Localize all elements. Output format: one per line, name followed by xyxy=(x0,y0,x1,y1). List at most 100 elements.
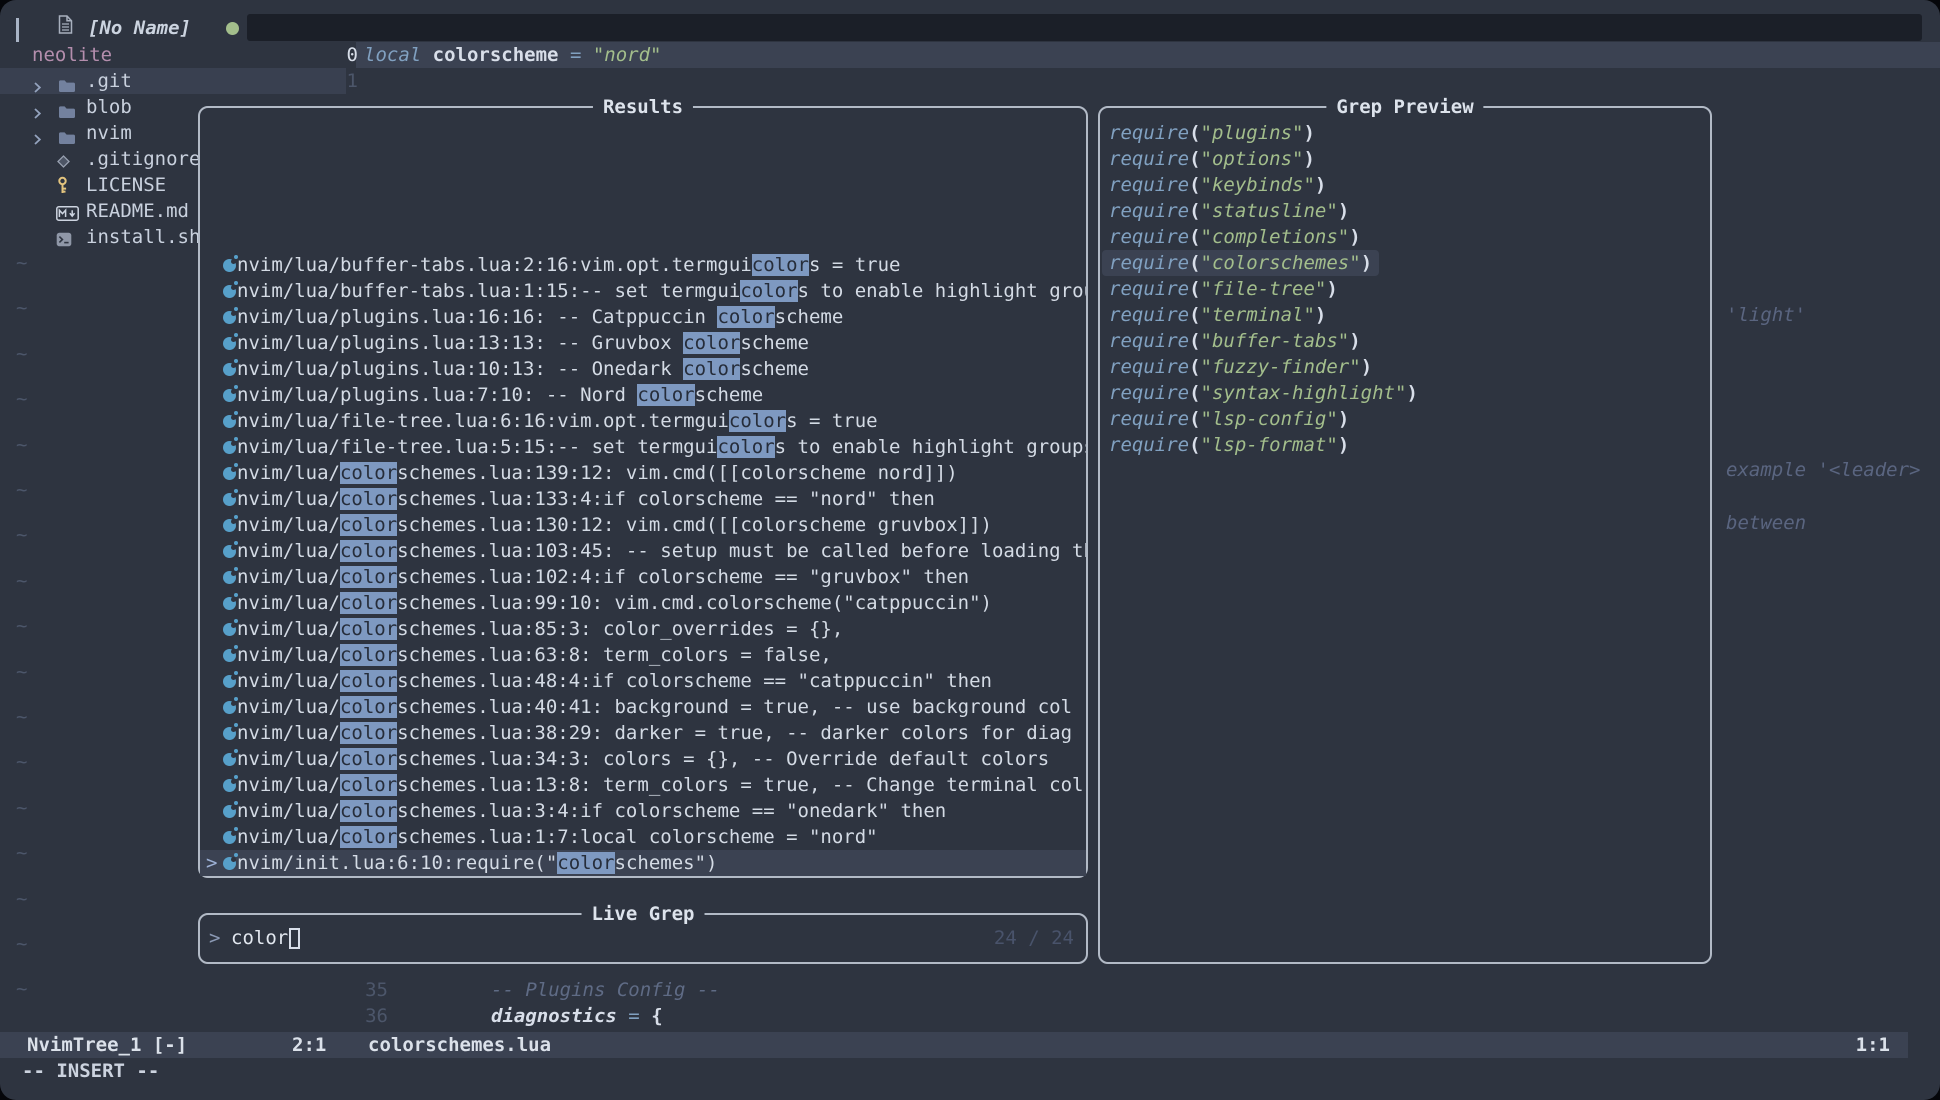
result-row[interactable]: nvim/lua/plugins.lua:16:16: -- Catppucci… xyxy=(200,304,1086,330)
result-text: nvim/lua/colorschemes.lua:133:4:if color… xyxy=(237,488,935,510)
tilde: ~ xyxy=(16,840,27,866)
result-text: nvim/lua/colorschemes.lua:99:10: vim.cmd… xyxy=(237,592,992,614)
background-code-text: example '<leader> xyxy=(1726,457,1920,483)
preview-token: require xyxy=(1109,174,1189,196)
lua-icon xyxy=(223,519,236,532)
text-cursor xyxy=(289,928,300,949)
result-row[interactable]: nvim/lua/colorschemes.lua:3:4:if colorsc… xyxy=(200,798,1086,824)
result-row[interactable]: nvim/lua/colorschemes.lua:1:7:local colo… xyxy=(200,824,1086,850)
result-row[interactable]: nvim/lua/plugins.lua:7:10: -- Nord color… xyxy=(200,382,1086,408)
preview-token: "fuzzy-finder" xyxy=(1201,356,1361,378)
match-highlight: color xyxy=(340,566,397,588)
preview-token: "lsp-config" xyxy=(1201,408,1338,430)
tilde: ~ xyxy=(16,432,27,458)
preview-token: require xyxy=(1109,356,1189,378)
code-line[interactable]: local colorscheme = "nord" xyxy=(364,42,662,68)
line-number: 1 xyxy=(300,68,358,94)
preview-token: ( xyxy=(1189,382,1200,404)
result-text: nvim/lua/colorschemes.lua:13:8: term_col… xyxy=(237,774,1084,796)
file-icon xyxy=(58,15,73,39)
match-highlight: color xyxy=(340,644,397,666)
result-row[interactable]: nvim/lua/colorschemes.lua:13:8: term_col… xyxy=(200,772,1086,798)
preview-line-highlighted: require("colorschemes") xyxy=(1102,250,1379,276)
tilde: ~ xyxy=(16,386,27,412)
result-row[interactable]: nvim/lua/file-tree.lua:5:15:-- set termg… xyxy=(200,434,1086,460)
result-row[interactable]: nvim/lua/plugins.lua:13:13: -- Gruvbox c… xyxy=(200,330,1086,356)
result-text: nvim/lua/colorschemes.lua:85:3: color_ov… xyxy=(237,618,843,640)
result-row[interactable]: nvim/lua/colorschemes.lua:48:4:if colors… xyxy=(200,668,1086,694)
preview-line: require("statusline") xyxy=(1102,198,1356,224)
result-row[interactable]: nvim/lua/plugins.lua:10:13: -- Onedark c… xyxy=(200,356,1086,382)
lua-icon xyxy=(223,805,236,818)
preview-line: require("buffer-tabs") xyxy=(1102,328,1368,354)
tilde: ~ xyxy=(16,613,27,639)
live-grep-prompt-panel[interactable]: Live Grep > color 24 / 24 xyxy=(198,913,1088,964)
preview-token: require xyxy=(1109,330,1189,352)
tab-no-name[interactable]: [No Name] xyxy=(88,15,191,42)
result-text: nvim/lua/file-tree.lua:6:16:vim.opt.term… xyxy=(237,410,878,432)
result-row[interactable]: >nvim/init.lua:6:10:require("colorscheme… xyxy=(200,850,1086,876)
result-row[interactable]: nvim/lua/colorschemes.lua:139:12: vim.cm… xyxy=(200,460,1086,486)
result-row[interactable]: nvim/lua/colorschemes.lua:103:45: -- set… xyxy=(200,538,1086,564)
result-row[interactable]: nvim/lua/colorschemes.lua:38:29: darker … xyxy=(200,720,1086,746)
match-highlight: color xyxy=(340,540,397,562)
result-counter: 24 / 24 xyxy=(994,915,1074,962)
result-text: nvim/lua/buffer-tabs.lua:1:15:-- set ter… xyxy=(237,280,1086,302)
grep-preview-panel: Grep Preview require("plugins")require("… xyxy=(1098,106,1712,964)
preview-token: require xyxy=(1109,278,1189,300)
tilde: ~ xyxy=(16,659,27,685)
match-highlight: color xyxy=(637,384,694,406)
lua-icon xyxy=(223,623,236,636)
preview-token: ( xyxy=(1189,174,1200,196)
tree-item-git[interactable]: .git xyxy=(0,68,346,94)
preview-line: require("fuzzy-finder") xyxy=(1102,354,1379,380)
preview-token: "file-tree" xyxy=(1201,278,1327,300)
result-text: nvim/lua/colorschemes.lua:103:45: -- set… xyxy=(237,540,1086,562)
result-row[interactable]: nvim/lua/colorschemes.lua:63:8: term_col… xyxy=(200,642,1086,668)
preview-code: require("plugins")require("options")requ… xyxy=(1102,120,1708,458)
result-row[interactable]: nvim/lua/colorschemes.lua:133:4:if color… xyxy=(200,486,1086,512)
result-row[interactable]: nvim/lua/colorschemes.lua:102:4:if color… xyxy=(200,564,1086,590)
match-highlight: color xyxy=(340,826,397,848)
result-text: nvim/lua/colorschemes.lua:40:41: backgro… xyxy=(237,696,1072,718)
preview-line: require("lsp-config") xyxy=(1102,406,1356,432)
code-line: -- Plugins Config -- xyxy=(491,977,720,1003)
result-row[interactable]: nvim/lua/buffer-tabs.lua:1:15:-- set ter… xyxy=(200,278,1086,304)
preview-line: require("plugins") xyxy=(1102,120,1322,146)
match-highlight: color xyxy=(340,488,397,510)
preview-line: require("syntax-highlight") xyxy=(1102,380,1425,406)
preview-token: "terminal" xyxy=(1201,304,1315,326)
lua-icon xyxy=(223,649,236,662)
match-highlight: color xyxy=(717,306,774,328)
tree-item-label: blob xyxy=(86,94,132,120)
mode-indicator: -- INSERT -- xyxy=(22,1058,159,1084)
lua-icon xyxy=(223,493,236,506)
tilde: ~ xyxy=(16,250,27,276)
lua-icon xyxy=(223,389,236,402)
result-row[interactable]: nvim/lua/file-tree.lua:6:16:vim.opt.term… xyxy=(200,408,1086,434)
preview-token: ( xyxy=(1189,330,1200,352)
result-row[interactable]: nvim/lua/colorschemes.lua:40:41: backgro… xyxy=(200,694,1086,720)
lua-icon xyxy=(223,285,236,298)
result-row[interactable]: nvim/lua/colorschemes.lua:34:3: colors =… xyxy=(200,746,1086,772)
preview-line: require("keybinds") xyxy=(1102,172,1333,198)
match-highlight: color xyxy=(340,774,397,796)
result-row[interactable]: nvim/lua/colorschemes.lua:99:10: vim.cmd… xyxy=(200,590,1086,616)
result-row[interactable]: nvim/lua/colorschemes.lua:85:3: color_ov… xyxy=(200,616,1086,642)
telescope-results-panel: Results nvim/lua/buffer-tabs.lua:2:16:vi… xyxy=(198,106,1088,878)
preview-token: require xyxy=(1109,226,1189,248)
preview-token: ) xyxy=(1338,200,1349,222)
code-token xyxy=(617,1005,628,1027)
line-number: 36 xyxy=(330,1003,388,1029)
preview-token: ( xyxy=(1189,122,1200,144)
lua-icon xyxy=(223,441,236,454)
result-row[interactable]: nvim/lua/buffer-tabs.lua:2:16:vim.opt.te… xyxy=(200,252,1086,278)
preview-token: ( xyxy=(1189,304,1200,326)
search-input[interactable]: color xyxy=(231,915,288,962)
lua-icon xyxy=(223,311,236,324)
preview-token: "options" xyxy=(1201,148,1304,170)
lua-icon xyxy=(223,779,236,792)
tilde: ~ xyxy=(16,931,27,957)
code-token: diagnostics xyxy=(491,1005,617,1027)
result-row[interactable]: nvim/lua/colorschemes.lua:130:12: vim.cm… xyxy=(200,512,1086,538)
